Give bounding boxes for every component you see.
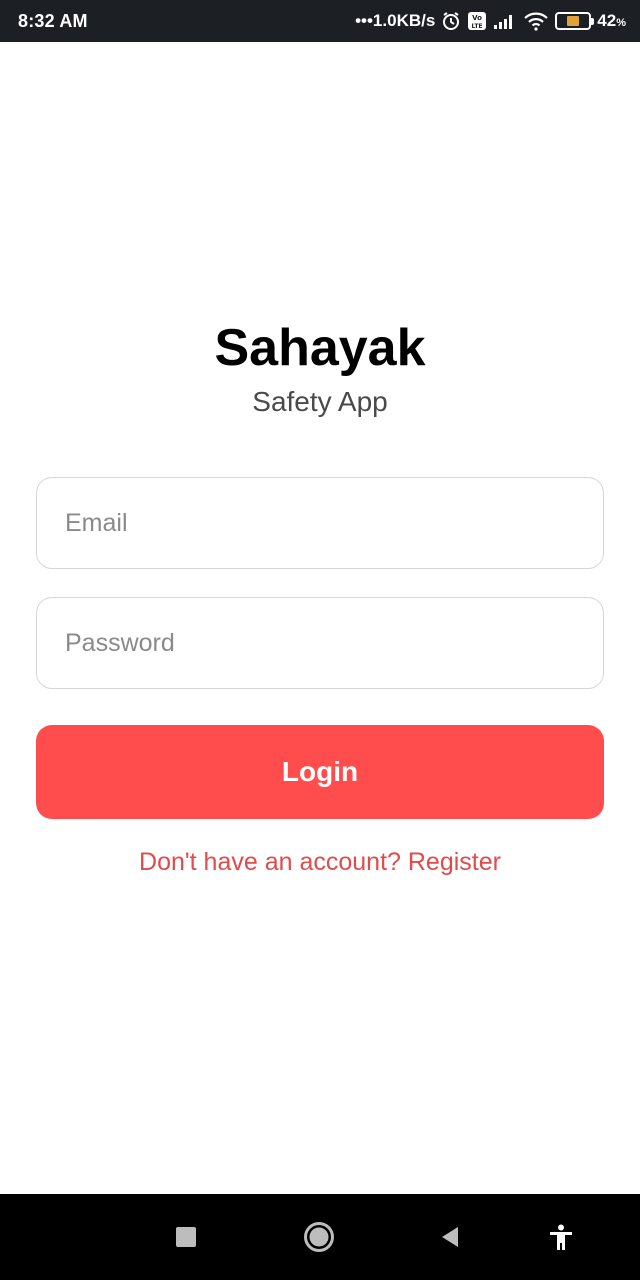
app-subtitle: Safety App: [252, 386, 388, 417]
wifi-icon: [523, 11, 549, 31]
svg-text:Vo: Vo: [472, 14, 482, 22]
recents-icon[interactable]: [163, 1214, 209, 1260]
accessibility-icon[interactable]: [538, 1214, 584, 1260]
volte-icon: Vo LTE: [467, 11, 487, 31]
status-time: 8:32 AM: [18, 10, 88, 31]
login-button[interactable]: Login: [36, 725, 604, 819]
password-input[interactable]: [65, 628, 575, 658]
battery-fill: [567, 16, 580, 26]
email-field[interactable]: [36, 477, 604, 569]
app-title: Sahayak: [214, 319, 426, 377]
register-link[interactable]: Don't have an account? Register: [0, 848, 640, 877]
svg-text:LTE: LTE: [472, 23, 483, 30]
network-speed: •••1.0KB/s: [355, 11, 436, 30]
login-screen: 8:32 AM •••1.0KB/s Vo LTE 42% Sahayak Saf…: [0, 0, 640, 1280]
alarm-icon: [441, 11, 461, 31]
email-input[interactable]: [65, 508, 575, 538]
home-icon[interactable]: [296, 1214, 342, 1260]
battery-icon: [555, 12, 595, 30]
back-icon[interactable]: [426, 1214, 472, 1260]
battery-percent: 42%: [597, 11, 626, 30]
status-bar: 8:32 AM •••1.0KB/s Vo LTE 42%: [0, 0, 640, 42]
signal-icon: [493, 12, 517, 30]
status-indicators: •••1.0KB/s Vo LTE 42%: [355, 11, 626, 31]
password-field[interactable]: [36, 597, 604, 689]
navigation-bar: [0, 1194, 640, 1280]
